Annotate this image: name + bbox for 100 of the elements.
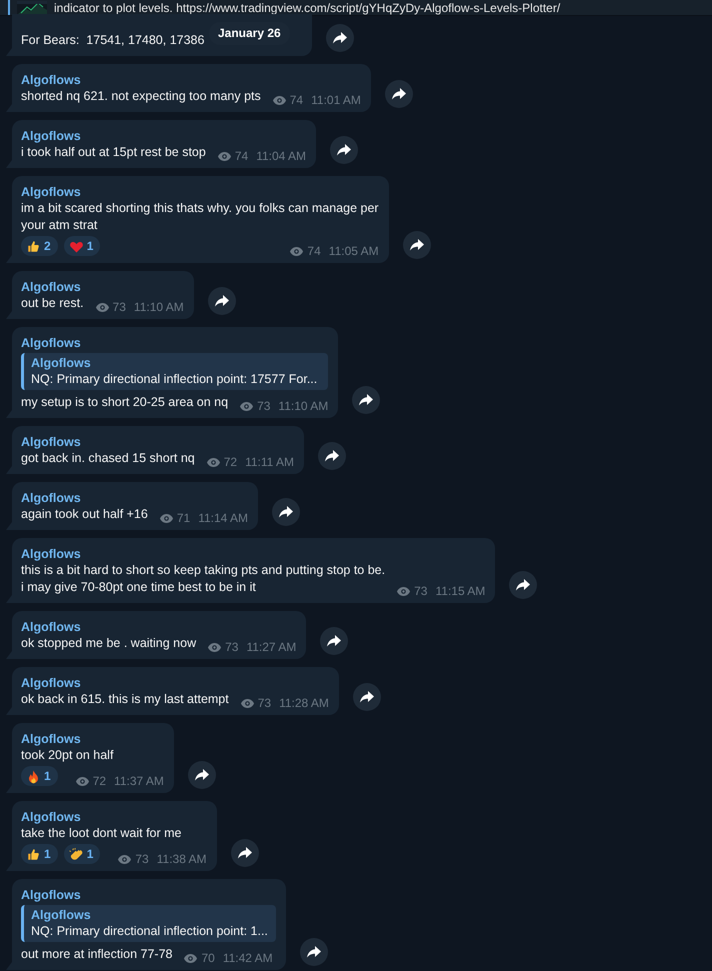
reaction-chip[interactable]: 1 bbox=[64, 844, 100, 864]
forward-icon bbox=[410, 239, 424, 251]
message-text: again took out half +16 bbox=[21, 506, 148, 523]
message-text: this is a bit hard to short so keep taking pts and putting stop to be. i may give 70-80pt one time best to be in it bbox=[21, 562, 386, 596]
message-text: shorted nq 621. not expecting too many pts bbox=[21, 88, 261, 105]
views-icon bbox=[290, 246, 304, 256]
views-icon bbox=[96, 302, 109, 312]
view-count: 72 bbox=[224, 455, 238, 469]
message-text: im a bit scared shorting this thats why. you folks can manage per your atm strat bbox=[21, 200, 379, 234]
message-time: 11:14 AM bbox=[198, 511, 248, 525]
views-icon bbox=[240, 402, 254, 410]
share-button[interactable] bbox=[320, 627, 348, 655]
share-button[interactable] bbox=[330, 136, 358, 164]
reaction-chip[interactable]: 2 bbox=[21, 236, 58, 256]
sender-name[interactable]: Algoflows bbox=[21, 619, 296, 635]
share-button[interactable] bbox=[326, 24, 354, 52]
forward-icon bbox=[392, 88, 406, 100]
views-icon bbox=[218, 152, 231, 160]
view-count: 72 bbox=[92, 774, 106, 788]
quote-text: NQ: Primary directional inflection point: 1... bbox=[31, 923, 268, 939]
thumbs-up-icon bbox=[26, 846, 41, 862]
message-text: ok back in 615. this is my last attempt bbox=[21, 691, 229, 708]
share-button[interactable] bbox=[318, 442, 346, 470]
fire-icon bbox=[26, 768, 41, 784]
forward-icon bbox=[360, 691, 374, 703]
share-button[interactable] bbox=[300, 938, 328, 966]
forward-icon bbox=[238, 847, 252, 859]
reaction-chip[interactable]: 1 bbox=[21, 766, 58, 786]
forward-icon bbox=[516, 579, 530, 591]
sender-name[interactable]: Algoflows bbox=[21, 72, 361, 88]
share-button[interactable] bbox=[272, 498, 300, 526]
view-count: 73 bbox=[135, 852, 149, 866]
forward-icon bbox=[359, 394, 374, 406]
message-time: 11:37 AM bbox=[114, 774, 164, 788]
share-button[interactable] bbox=[188, 761, 216, 789]
forward-icon bbox=[279, 506, 294, 518]
forward-icon bbox=[325, 450, 340, 462]
view-count: 74 bbox=[234, 149, 248, 163]
sender-name[interactable]: Algoflows bbox=[21, 128, 306, 144]
message-time: 11:38 AM bbox=[156, 852, 207, 866]
views-icon bbox=[208, 642, 222, 652]
sender-name[interactable]: Algoflows bbox=[21, 809, 207, 825]
share-button[interactable] bbox=[352, 683, 381, 711]
sender-name[interactable]: Algoflows bbox=[21, 279, 184, 295]
views-icon bbox=[240, 698, 254, 708]
pinned-message-bar[interactable]: indicator to plot levels. https://www.tradingview.com/script/gYHqZyDy-Algoflow-s-Levels-Plotter/ bbox=[0, 0, 712, 16]
pinned-message-text: indicator to plot levels. https://www.tradingview.com/script/gYHqZyDy-Algoflow-s-Levels-Plotter/ bbox=[54, 0, 560, 14]
sender-name[interactable]: Algoflows bbox=[21, 546, 486, 562]
views-icon bbox=[184, 954, 198, 962]
forward-icon bbox=[327, 635, 342, 647]
views-icon bbox=[76, 776, 89, 786]
view-count: 73 bbox=[257, 399, 270, 413]
message-text: took 20pt on half bbox=[21, 747, 114, 764]
sender-name[interactable]: Algoflows bbox=[21, 675, 329, 691]
sender-name[interactable]: Algoflows bbox=[21, 887, 276, 903]
share-button[interactable] bbox=[402, 231, 431, 259]
message-text: For Bears: 17541, 17480, 17386 bbox=[21, 32, 204, 49]
view-count: 70 bbox=[201, 951, 215, 965]
sender-name[interactable]: Algoflows bbox=[21, 731, 164, 747]
sender-name[interactable]: Algoflows bbox=[21, 434, 294, 450]
view-count: 74 bbox=[307, 244, 321, 258]
sender-name[interactable]: Algoflows bbox=[21, 490, 248, 506]
view-count: 73 bbox=[414, 584, 428, 598]
message-time: 11:10 AM bbox=[278, 399, 328, 413]
message-text: take the loot dont wait for me bbox=[21, 825, 182, 842]
share-button[interactable] bbox=[208, 287, 236, 315]
message-time: 11:27 AM bbox=[246, 640, 296, 654]
view-count: 73 bbox=[258, 696, 272, 710]
message-time: 11:11 AM bbox=[245, 455, 294, 469]
message-text: got back in. chased 15 short nq bbox=[21, 450, 195, 467]
reply-quote[interactable]: Algoflows NQ: Primary directional inflection point: 17577 For... bbox=[21, 353, 328, 390]
view-count: 73 bbox=[225, 640, 238, 654]
views-icon bbox=[397, 586, 410, 596]
quote-sender: Algoflows bbox=[31, 907, 92, 923]
message-text: out be rest. bbox=[21, 295, 84, 312]
share-button[interactable] bbox=[230, 839, 259, 867]
views-icon bbox=[118, 854, 132, 864]
reaction-chip[interactable]: 1 bbox=[64, 236, 100, 256]
forward-icon bbox=[306, 946, 321, 958]
message-text: my setup is to short 20-25 area on nq bbox=[21, 394, 228, 411]
view-count: 74 bbox=[290, 93, 304, 107]
message-time: 11:01 AM bbox=[311, 93, 361, 107]
message-time: 11:28 AM bbox=[279, 696, 329, 710]
message-time: 11:15 AM bbox=[435, 584, 486, 598]
message-time: 11:42 AM bbox=[222, 951, 273, 965]
reaction-chip[interactable]: 1 bbox=[21, 844, 58, 864]
message-text: i took half out at 15pt rest be stop bbox=[21, 144, 206, 161]
sender-name[interactable]: Algoflows bbox=[21, 335, 328, 351]
view-count: 71 bbox=[176, 511, 190, 525]
reply-quote[interactable]: Algoflows NQ: Primary directional inflection point: 1... bbox=[21, 905, 276, 942]
forward-icon bbox=[214, 295, 229, 307]
share-button[interactable] bbox=[384, 80, 413, 108]
share-button[interactable] bbox=[352, 386, 380, 414]
share-button[interactable] bbox=[509, 571, 538, 599]
sender-name[interactable]: Algoflows bbox=[21, 184, 379, 200]
views-icon bbox=[272, 96, 286, 104]
clapping-hands-icon bbox=[68, 846, 84, 862]
message-text: ok stopped me be . waiting now bbox=[21, 635, 196, 652]
forward-icon bbox=[333, 32, 347, 44]
message-time: 11:10 AM bbox=[134, 300, 184, 314]
